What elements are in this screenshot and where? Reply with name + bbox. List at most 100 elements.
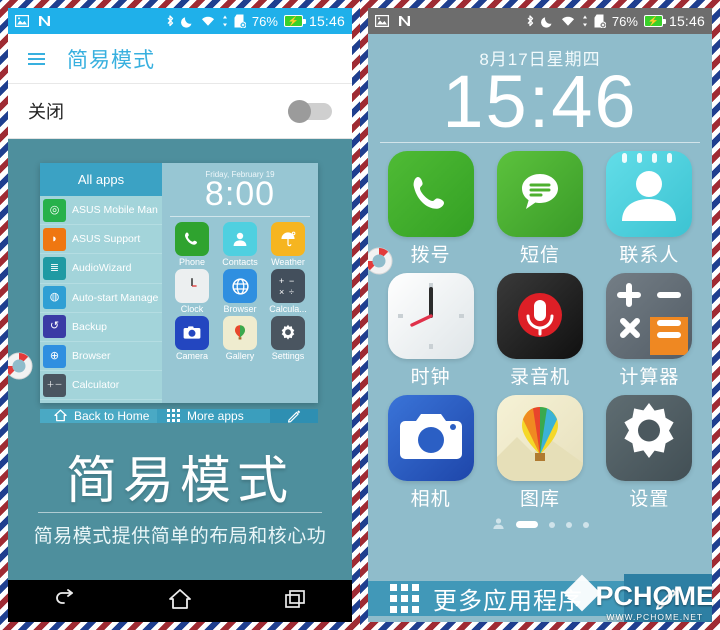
audiowizard-icon: ≣ (43, 256, 66, 280)
svg-text:+: + (279, 276, 284, 286)
switch-label: 关闭 (28, 102, 64, 122)
bluetooth-icon (165, 14, 175, 28)
contacts-icon (606, 151, 693, 238)
status-bar-right-icons: 76% ⚡ 15:46 (165, 13, 345, 29)
preview-app-label: Clock (180, 304, 204, 315)
svg-text:×: × (279, 287, 284, 297)
home-app-clock[interactable]: 时钟 (376, 273, 485, 389)
home-app-contacts[interactable]: 联系人 (595, 151, 704, 267)
recents-icon[interactable] (283, 588, 307, 615)
preview-app-gallery[interactable]: Gallery (216, 316, 264, 361)
home-app-messages[interactable]: 短信 (485, 151, 594, 267)
list-item-label: Calculator (72, 379, 120, 392)
image-icon (15, 15, 29, 27)
edit-button[interactable] (624, 574, 712, 622)
home-app-recorder[interactable]: 录音机 (485, 273, 594, 389)
home-app-gallery[interactable]: 图库 (485, 395, 594, 511)
list-item[interactable]: ⊕ Browser (40, 342, 162, 372)
messages-icon (496, 151, 583, 238)
signal-updown-icon (222, 15, 228, 27)
list-item[interactable]: ◍ Auto-start Manage (40, 284, 162, 313)
list-item[interactable]: ◗ ASUS Support (40, 225, 162, 255)
easy-mode-toggle[interactable] (288, 99, 332, 123)
preview-edit-button[interactable] (270, 408, 318, 423)
preview-app-camera[interactable]: Camera (168, 316, 216, 361)
hero-divider (38, 512, 322, 513)
easy-mode-switch-row[interactable]: 关闭 (8, 84, 352, 139)
svg-text:÷: ÷ (289, 287, 294, 297)
left-phone-screen: 76% ⚡ 15:46 简易模式 关闭 All apps ◎ ASUS Mobi… (8, 8, 352, 622)
preview-app-settings[interactable]: Settings (264, 316, 312, 361)
charging-bolt-icon: ⚡ (647, 15, 660, 26)
hero-subtitle: 简易模式提供简单的布局和核心功 (33, 526, 327, 547)
n-logo-icon (398, 15, 411, 27)
page-title: 简易模式 (67, 48, 155, 72)
lifering-decoration-icon (368, 246, 394, 276)
preview-app-contacts[interactable]: Contacts (216, 222, 264, 267)
camera-icon (387, 395, 474, 482)
home-app-label: 录音机 (509, 367, 570, 389)
list-item[interactable]: ↺ Backup (40, 313, 162, 342)
autostart-manager-icon: ◍ (43, 286, 66, 310)
page-dot[interactable] (548, 521, 555, 528)
left-phone-frame: 76% ⚡ 15:46 简易模式 关闭 All apps ◎ ASUS Mobi… (0, 0, 360, 630)
home-app-camera[interactable]: 相机 (376, 395, 485, 511)
preview-app-weather[interactable]: Weather (264, 222, 312, 267)
home-app-label: 图库 (519, 489, 560, 511)
preview-app-label: Contacts (222, 257, 258, 268)
preview-back-to-home-label: Back to Home (74, 408, 150, 423)
home-clock: 15:46 (442, 60, 638, 143)
list-item[interactable]: ＋－ Calculator (40, 371, 162, 401)
preview-app-grid: Phone Contacts Weather Clock Browser + −… (162, 222, 318, 361)
left-body: All apps ◎ ASUS Mobile Man ◗ ASUS Suppor… (8, 139, 352, 580)
back-icon[interactable] (53, 588, 77, 614)
weather-icon (271, 222, 305, 257)
wifi-icon (200, 15, 216, 27)
preview-app-label: Calcula... (269, 304, 307, 315)
battery-percent: 76% (611, 13, 638, 29)
page-dot[interactable] (582, 521, 589, 528)
status-bar-left-icons (375, 15, 411, 27)
page-dot-active[interactable] (515, 521, 538, 529)
browser-icon: ⊕ (43, 344, 66, 368)
home-icon (54, 409, 67, 422)
do-not-disturb-moon-icon (180, 15, 194, 28)
more-apps-button[interactable]: 更多应用程序 (368, 580, 624, 616)
clock-icon (387, 273, 474, 360)
backup-icon: ↺ (43, 315, 66, 339)
preview-back-to-home-button[interactable]: Back to Home (40, 408, 157, 423)
contacts-icon (223, 222, 257, 257)
list-item-label: Browser (72, 350, 111, 363)
preview-app-label: Gallery (225, 351, 255, 362)
camera-icon (175, 316, 209, 351)
status-bar-right-icons: 76% ⚡ 15:46 (525, 13, 705, 29)
screenshot-stage: 76% ⚡ 15:46 简易模式 关闭 All apps ◎ ASUS Mobi… (0, 0, 720, 630)
page-dot[interactable] (565, 521, 572, 528)
preview-home-screen: Friday, February 19 8:00 Phone Contacts … (162, 163, 318, 403)
preview-app-calculator[interactable]: + − × ÷ Calcula... (264, 269, 312, 314)
phone-icon (387, 151, 474, 238)
battery-percent: 76% (251, 13, 278, 29)
list-item-label: Backup (72, 320, 108, 333)
image-icon (375, 15, 389, 27)
hamburger-icon[interactable] (28, 52, 45, 65)
wifi-icon (560, 15, 576, 27)
preview-app-browser[interactable]: Browser (216, 269, 264, 314)
home-bottom-bar: 更多应用程序 (368, 574, 712, 622)
sdcard-icon (594, 14, 606, 28)
list-item[interactable]: ≣ AudioWizard (40, 254, 162, 284)
preview-clock: 8:00 (204, 175, 276, 213)
home-icon[interactable] (168, 588, 192, 615)
preview-app-clock[interactable]: Clock (168, 269, 216, 314)
clock-time: 15:46 (308, 13, 345, 29)
home-app-label: 计算器 (619, 367, 680, 389)
home-app-calculator[interactable]: 计算器 (595, 273, 704, 389)
home-app-label: 相机 (410, 489, 451, 511)
list-item[interactable]: ◎ ASUS Mobile Man (40, 196, 162, 226)
home-app-label: 联系人 (619, 245, 680, 267)
preview-more-apps-label: More apps (187, 408, 244, 423)
home-app-settings[interactable]: 设置 (595, 395, 704, 511)
preview-app-phone[interactable]: Phone (168, 222, 216, 267)
svg-text:−: − (289, 276, 294, 286)
preview-more-apps-button[interactable]: More apps (157, 408, 270, 423)
